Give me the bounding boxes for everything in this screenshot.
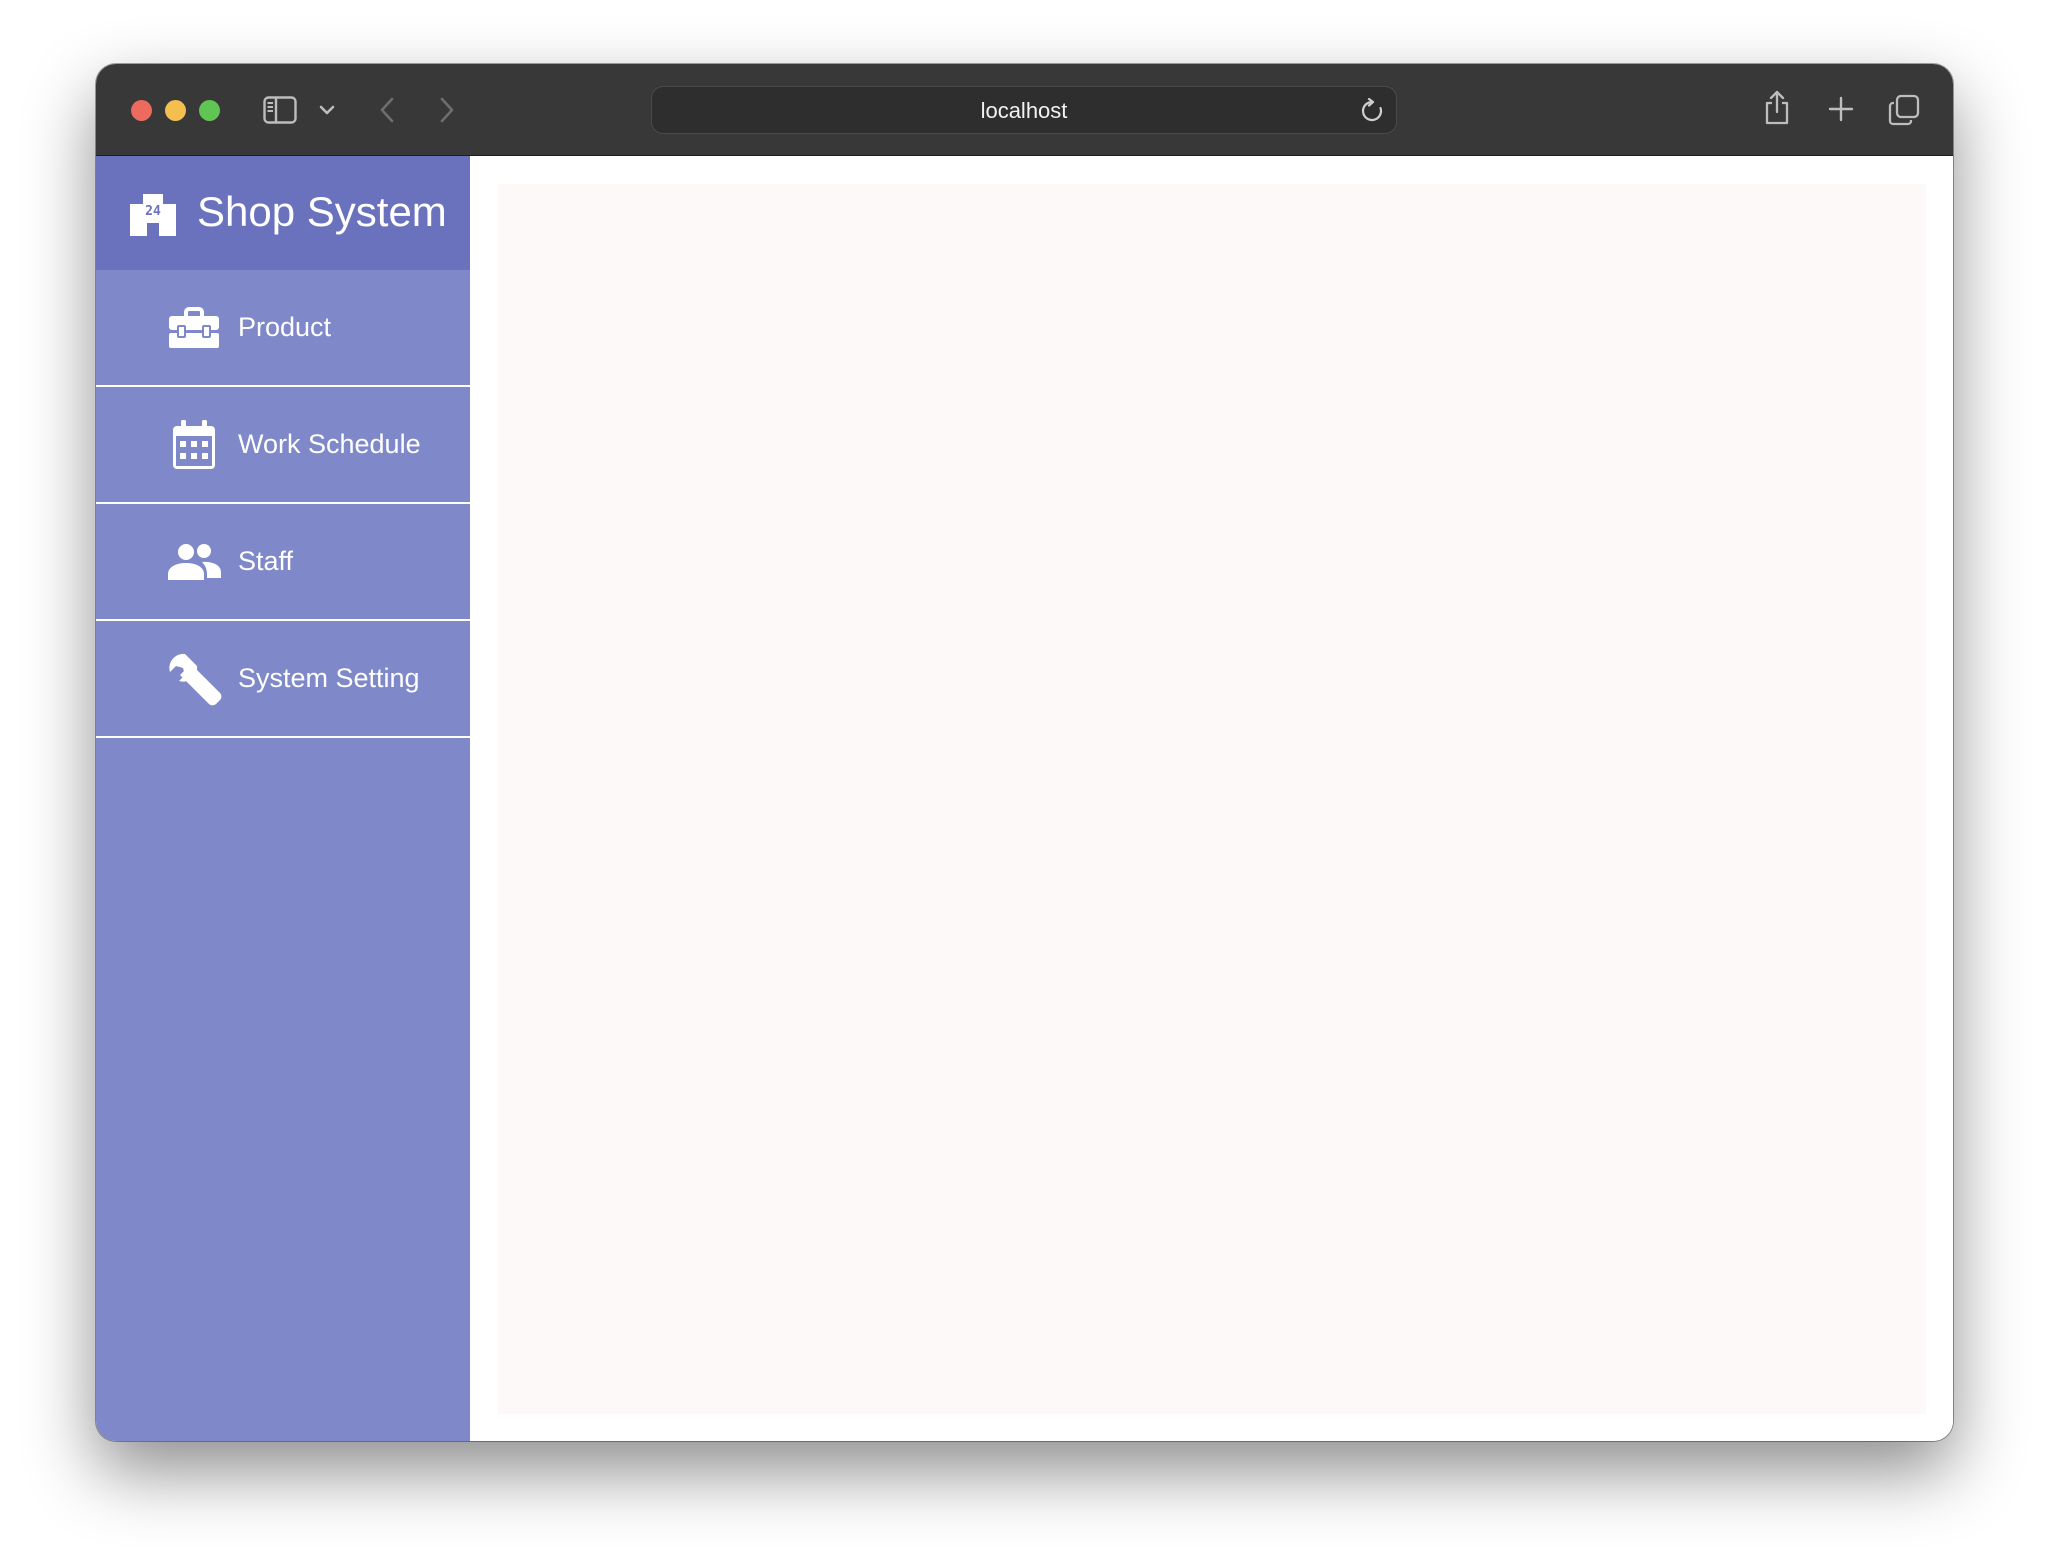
calendar-icon (166, 418, 222, 472)
store-24-icon: 24 (128, 192, 178, 236)
browser-window: localhost 24 Shop System Product Work Sc… (96, 64, 1953, 1441)
chevron-down-icon[interactable] (317, 100, 337, 120)
sidebar-item-work-schedule[interactable]: Work Schedule (96, 387, 470, 504)
share-icon[interactable] (1760, 88, 1794, 128)
sidebar-item-label: Work Schedule (238, 429, 421, 459)
zoom-window-button[interactable] (199, 100, 220, 121)
sidebar-toggle-icon[interactable] (262, 92, 298, 128)
sidebar-item-product[interactable]: Product (96, 270, 470, 387)
close-window-button[interactable] (131, 100, 152, 121)
main-content (470, 156, 1953, 1441)
sidebar-item-label: Staff (238, 546, 294, 576)
sidebar-item-label: Product (238, 312, 332, 342)
forward-icon[interactable] (432, 94, 462, 126)
sidebar-item-staff[interactable]: Staff (96, 504, 470, 621)
new-tab-icon[interactable] (1824, 92, 1858, 126)
sidebar-item-label: System Setting (238, 663, 420, 693)
wrench-icon (166, 652, 222, 706)
reload-icon[interactable] (1356, 95, 1388, 127)
toolbox-icon (166, 301, 222, 355)
sidebar-item-system-setting[interactable]: System Setting (96, 621, 470, 738)
tab-overview-icon[interactable] (1886, 92, 1922, 128)
back-icon[interactable] (372, 94, 402, 126)
sidebar: 24 Shop System Product Work Schedule Sta… (96, 156, 470, 1441)
browser-toolbar: localhost (96, 64, 1953, 156)
address-bar[interactable]: localhost (651, 86, 1397, 134)
address-bar-url: localhost (980, 98, 1068, 123)
app-title: Shop System (197, 188, 447, 235)
content-panel (498, 184, 1926, 1414)
svg-text:24: 24 (145, 204, 161, 219)
minimize-window-button[interactable] (165, 100, 186, 121)
sidebar-brand[interactable]: 24 Shop System (96, 156, 470, 270)
people-icon (166, 535, 222, 589)
